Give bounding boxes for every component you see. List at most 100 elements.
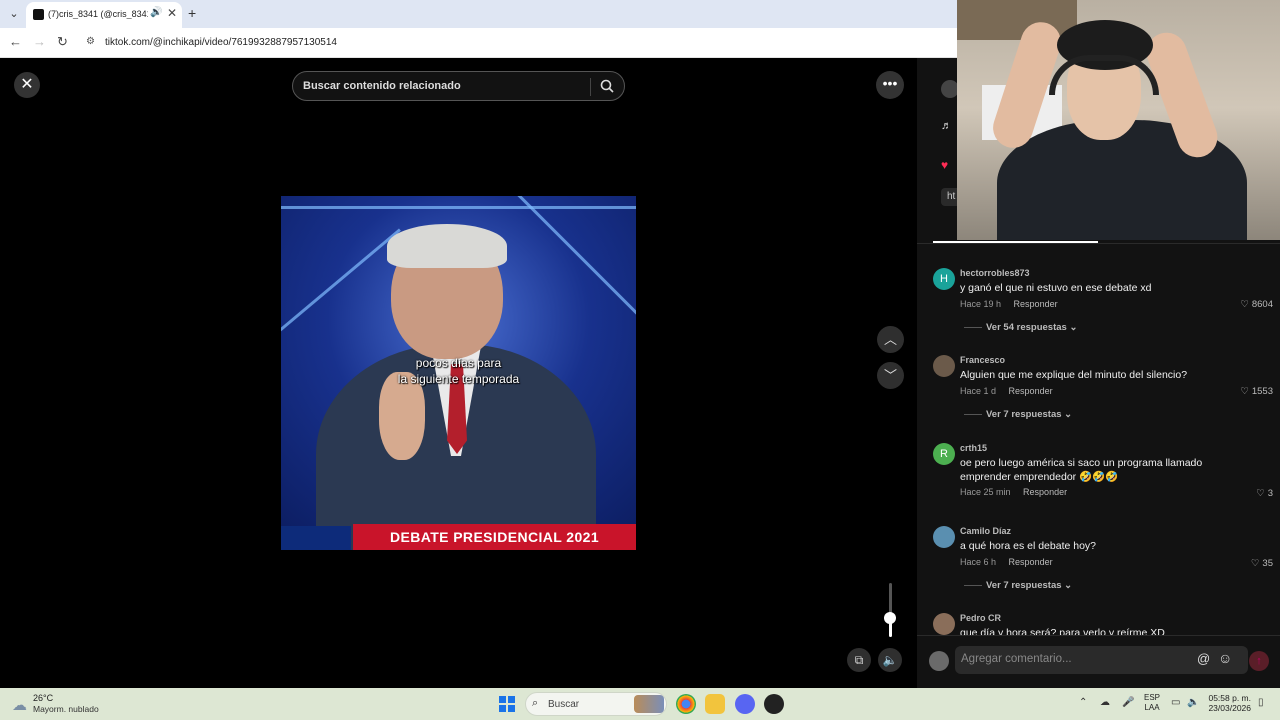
- speaker-hair: [387, 224, 507, 268]
- more-options-button[interactable]: •••: [876, 71, 904, 99]
- comment-meta: Hace 1 d Responder: [960, 386, 1053, 396]
- comment-avatar[interactable]: R: [933, 443, 955, 465]
- send-arrow-icon[interactable]: ↑: [1249, 651, 1269, 671]
- previous-video-chevron-up-icon[interactable]: ︿: [877, 326, 904, 353]
- music-note-icon[interactable]: ♬: [941, 120, 952, 132]
- microphone-icon[interactable]: 🎤: [1122, 697, 1134, 708]
- comment-avatar[interactable]: [933, 355, 955, 377]
- stage-light-line: [281, 206, 636, 209]
- onedrive-cloud-icon[interactable]: ☁: [1100, 697, 1110, 708]
- floating-player-icon[interactable]: ⧉: [847, 648, 871, 672]
- like-heart-icon[interactable]: ♡: [1251, 558, 1260, 569]
- emoji-icon[interactable]: ☺: [1218, 650, 1232, 666]
- windows-start-icon[interactable]: [499, 696, 515, 712]
- video-column: pocos días para la siguiente temporada D…: [281, 116, 636, 686]
- stage-light-line: [281, 228, 401, 347]
- comment-time: Hace 19 h: [960, 299, 1002, 309]
- network-icon[interactable]: ▭: [1171, 697, 1180, 708]
- back-arrow-icon[interactable]: ←: [9, 34, 22, 49]
- comment-like[interactable]: ♡ 3: [1256, 488, 1273, 499]
- comment-username[interactable]: Pedro CR: [960, 613, 1001, 623]
- volume-icon[interactable]: 🔈: [878, 648, 902, 672]
- heart-icon[interactable]: ♥: [941, 158, 948, 172]
- view-replies-button[interactable]: Ver 7 respuestas ⌄: [964, 580, 1072, 591]
- comment-like[interactable]: ♡ 8604: [1240, 299, 1273, 310]
- reply-button[interactable]: Responder: [1014, 299, 1058, 309]
- webcam-overlay: [957, 0, 1280, 240]
- comment-time: Hace 6 h: [960, 557, 997, 567]
- comment-text: oe pero luego américa si saco un program…: [960, 457, 1203, 483]
- stage-light-line: [509, 196, 636, 330]
- site-settings-icon[interactable]: ⚙: [86, 36, 95, 47]
- comment-username[interactable]: Francesco: [960, 355, 1005, 365]
- comment-text: a qué hora es el debate hoy?: [960, 540, 1097, 552]
- tab-audio-icon[interactable]: 🔊: [150, 7, 162, 18]
- comment-text: y ganó el que ni estuvo en ese debate xd: [960, 282, 1152, 294]
- tab-close-icon[interactable]: ✕: [167, 6, 177, 20]
- windows-taskbar: ☁ 26°C Mayorm. nublado ⌕ Buscar ⌃ ☁ 🎤 ES…: [0, 688, 1280, 720]
- reply-button[interactable]: Responder: [1009, 386, 1053, 396]
- browser-tab-active[interactable]: (7)cris_8341 (@cris_8341) | T 🔊 ✕: [26, 2, 182, 28]
- forward-arrow-icon[interactable]: →: [33, 34, 46, 49]
- next-video-chevron-down-icon[interactable]: ﹀: [877, 362, 904, 389]
- address-bar[interactable]: ⚙ tiktok.com/@inchikapi/video/7619932887…: [80, 32, 950, 54]
- comment-username[interactable]: crth15: [960, 443, 987, 453]
- reply-button[interactable]: Responder: [1023, 487, 1067, 497]
- comment-input[interactable]: Agregar comentario... @ ☺: [955, 646, 1248, 674]
- comment-like[interactable]: ♡ 1553: [1240, 386, 1273, 397]
- speaker-volume-icon[interactable]: 🔈: [1187, 697, 1199, 708]
- taskbar-search[interactable]: ⌕ Buscar: [525, 692, 667, 716]
- show-hidden-icons-chevron-icon[interactable]: ⌃: [1079, 697, 1087, 708]
- comment-avatar[interactable]: [933, 613, 955, 635]
- reply-button[interactable]: Responder: [1009, 557, 1053, 567]
- comment-text: que día y hora será? para verlo y reírme…: [960, 627, 1165, 635]
- weather-temperature[interactable]: 26°C: [33, 693, 53, 703]
- tab-title: (7)cris_8341 (@cris_8341) | T: [48, 9, 148, 19]
- tab-search-chevron-icon[interactable]: ⌄: [6, 6, 22, 22]
- comment-meta: Hace 19 h Responder: [960, 299, 1058, 309]
- chrome-app-icon[interactable]: [676, 694, 696, 714]
- comment-like[interactable]: ♡ 35: [1251, 558, 1273, 569]
- clock-time: 05:58 p. m.: [1208, 693, 1251, 703]
- like-heart-icon[interactable]: ♡: [1240, 386, 1249, 397]
- like-count: 8604: [1251, 299, 1273, 310]
- like-count: 35: [1262, 558, 1273, 569]
- clock-date: 23/03/2026: [1208, 703, 1251, 713]
- related-search-input[interactable]: Buscar contenido relacionado: [292, 71, 625, 101]
- file-explorer-icon[interactable]: [705, 694, 725, 714]
- video-frame[interactable]: pocos días para la siguiente temporada D…: [281, 196, 636, 550]
- discord-app-icon[interactable]: [735, 694, 755, 714]
- user-avatar: [929, 651, 949, 671]
- keyboard-language[interactable]: ESP LAA: [1144, 693, 1160, 713]
- view-replies-button[interactable]: Ver 7 respuestas ⌄: [964, 409, 1072, 420]
- close-video-button[interactable]: ✕: [14, 72, 40, 98]
- comment-username[interactable]: Camilo Díaz: [960, 526, 1011, 536]
- like-heart-icon[interactable]: ♡: [1240, 299, 1249, 310]
- comment-avatar[interactable]: [933, 526, 955, 548]
- mention-at-icon[interactable]: @: [1197, 651, 1210, 666]
- new-tab-plus-icon[interactable]: +: [188, 5, 196, 21]
- headset: [1049, 55, 1159, 95]
- notifications-icon[interactable]: ▯: [1258, 697, 1264, 708]
- search-icon[interactable]: [599, 78, 615, 94]
- volume-slider[interactable]: [889, 583, 892, 637]
- app-icon[interactable]: [764, 694, 784, 714]
- clock[interactable]: 05:58 p. m. 23/03/2026: [1205, 693, 1251, 713]
- volume-knob[interactable]: [884, 612, 896, 625]
- comment-avatar[interactable]: H: [933, 268, 955, 290]
- taskbar-search-label: Buscar: [548, 699, 580, 710]
- view-replies-label: Ver 54 respuestas: [986, 322, 1067, 333]
- view-replies-button[interactable]: Ver 54 respuestas ⌄: [964, 322, 1077, 333]
- reload-icon[interactable]: ↻: [57, 34, 68, 50]
- debate-banner: DEBATE PRESIDENCIAL 2021: [353, 524, 636, 550]
- url-text: tiktok.com/@inchikapi/video/761993288795…: [105, 37, 337, 48]
- view-replies-label: Ver 7 respuestas: [986, 580, 1062, 591]
- like-heart-icon[interactable]: ♡: [1256, 488, 1265, 499]
- like-count: 1553: [1251, 386, 1273, 397]
- banner-left-strip: [281, 526, 351, 550]
- cloudy-weather-icon[interactable]: ☁: [12, 696, 27, 714]
- comment-username[interactable]: hectorrobles873: [960, 268, 1030, 278]
- tiktok-favicon-icon: [33, 9, 44, 20]
- keyboard-layout: LAA: [1144, 703, 1160, 712]
- weather-description[interactable]: Mayorm. nublado: [33, 704, 99, 714]
